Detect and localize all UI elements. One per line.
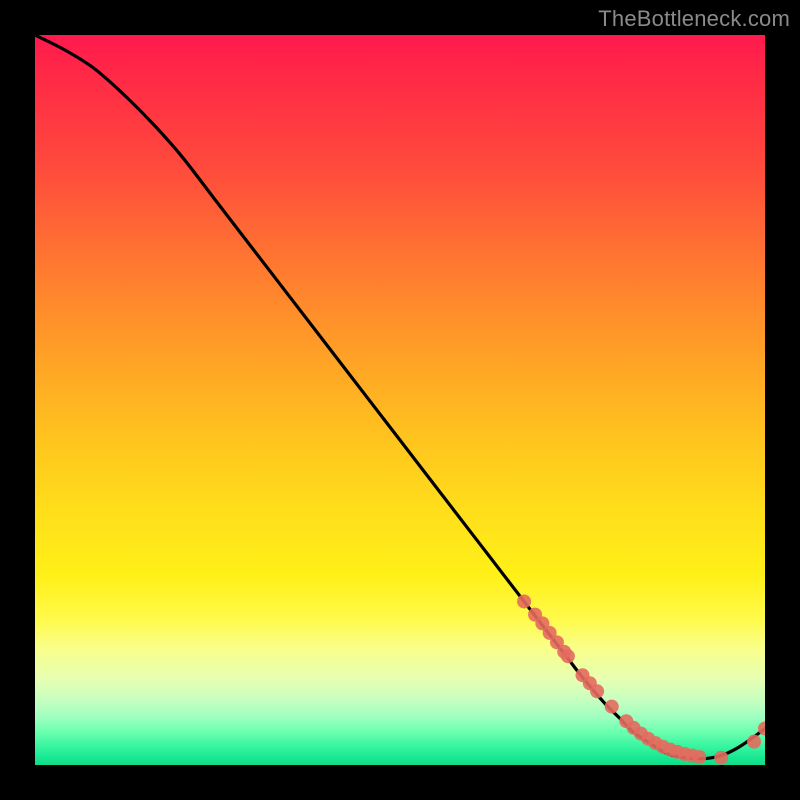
- data-marker: [714, 751, 728, 765]
- watermark-text: TheBottleneck.com: [598, 6, 790, 32]
- data-marker: [590, 684, 604, 698]
- data-marker: [561, 649, 575, 663]
- chart-stage: TheBottleneck.com: [0, 0, 800, 800]
- data-marker: [605, 700, 619, 714]
- plot-area: [35, 35, 765, 765]
- bottleneck-curve: [35, 35, 765, 759]
- data-marker: [692, 750, 706, 764]
- data-marker: [517, 594, 531, 608]
- data-marker: [747, 735, 761, 749]
- data-markers: [517, 594, 765, 764]
- chart-svg: [35, 35, 765, 765]
